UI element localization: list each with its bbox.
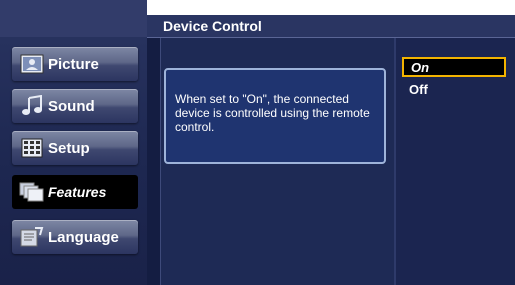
option-label: Off	[409, 82, 428, 97]
sidebar-item-language[interactable]: Language	[12, 220, 138, 254]
tv-menu-screen: Picture Sound Setup Features Language De…	[0, 0, 515, 285]
option-off[interactable]: Off	[402, 81, 506, 101]
info-box: When set to "On", the connected device i…	[164, 68, 386, 164]
menu-sidebar: Picture Sound Setup Features Language	[0, 0, 147, 285]
content-left-edge	[147, 38, 161, 285]
sidebar-item-label: Picture	[48, 55, 99, 73]
sidebar-item-label: Sound	[48, 97, 95, 115]
sidebar-item-sound[interactable]: Sound	[12, 89, 138, 123]
sidebar-item-setup[interactable]: Setup	[12, 131, 138, 165]
setup-grid-icon	[19, 137, 45, 159]
music-note-icon	[19, 95, 45, 117]
sidebar-item-label: Setup	[48, 139, 90, 157]
sidebar-item-features[interactable]: Features	[12, 175, 138, 209]
picture-icon	[19, 53, 45, 75]
features-folders-icon	[19, 181, 45, 203]
option-on[interactable]: On	[402, 57, 506, 77]
sidebar-item-label: Language	[48, 228, 119, 246]
page-title: Device Control	[163, 18, 262, 34]
info-text: When set to "On", the connected device i…	[175, 92, 370, 134]
menu-header: Device Control	[147, 15, 515, 38]
language-icon	[19, 226, 45, 248]
options-list: On Off	[396, 38, 515, 285]
sidebar-item-label: Features	[48, 184, 107, 200]
sidebar-header-area	[0, 0, 147, 37]
option-label: On	[411, 60, 430, 75]
top-strip	[147, 0, 515, 15]
sidebar-item-picture[interactable]: Picture	[12, 47, 138, 81]
